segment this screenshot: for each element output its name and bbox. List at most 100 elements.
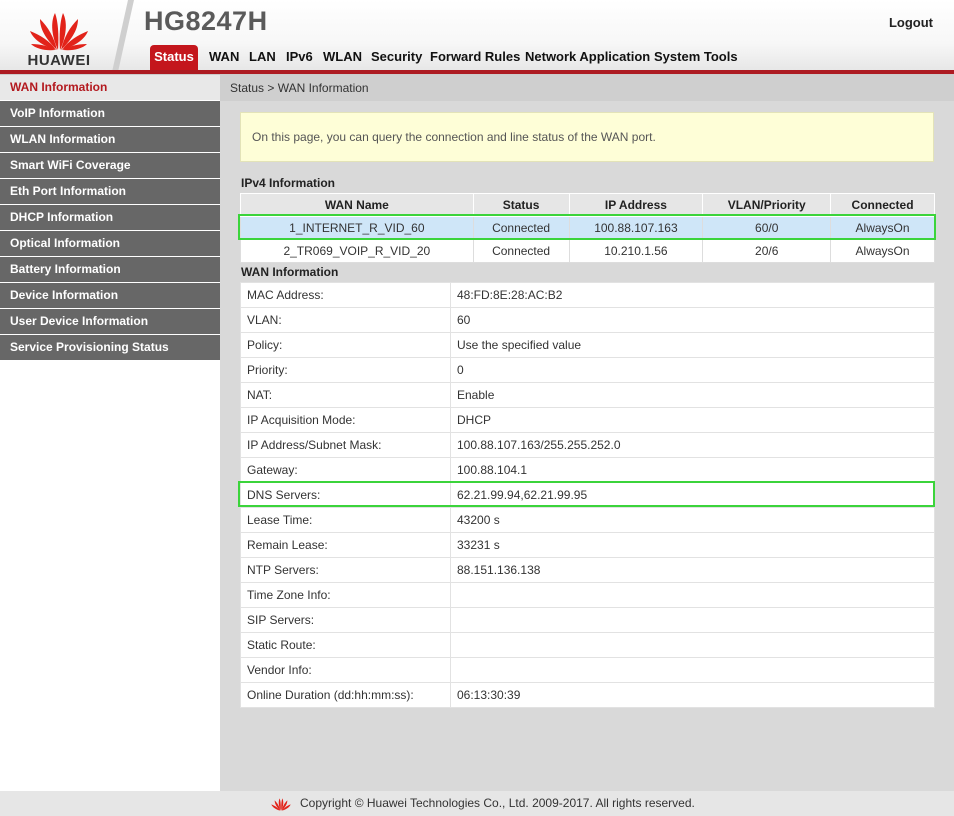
detail-row-mac-address: MAC Address: 48:FD:8E:28:AC:B2 [240,282,935,308]
detail-label: IP Address/Subnet Mask: [240,432,451,458]
cell-connected: AlwaysOn [830,216,935,240]
wan-details-table: MAC Address: 48:FD:8E:28:AC:B2 VLAN: 60 Po… [240,282,935,708]
ipv4-table: WAN Name Status IP Address VLAN/Priority… [240,193,935,263]
detail-label: NTP Servers: [240,557,451,583]
detail-label: Gateway: [240,457,451,483]
detail-row-dns-servers: DNS Servers: 62.21.99.94,62.21.99.95 [240,482,935,508]
tab-system-tools[interactable]: System Tools [654,45,738,71]
table-header-row: WAN Name Status IP Address VLAN/Priority… [240,193,935,217]
detail-value: 88.151.136.138 [450,557,935,583]
detail-label: Policy: [240,332,451,358]
tab-status[interactable]: Status [150,45,198,71]
sidebar-item-smart-wifi-coverage[interactable]: Smart WiFi Coverage [0,153,220,178]
cell-connected: AlwaysOn [830,239,935,263]
cell-wan-name: 1_INTERNET_R_VID_60 [240,216,474,240]
detail-label: Online Duration (dd:hh:mm:ss): [240,682,451,708]
sidebar: WAN Information VoIP Information WLAN In… [0,75,220,791]
col-header-wan-name: WAN Name [240,193,474,217]
col-header-status: Status [472,193,570,217]
cell-status: Connected [472,216,570,240]
detail-label: DNS Servers: [240,482,451,508]
sidebar-item-wlan-information[interactable]: WLAN Information [0,127,220,152]
sidebar-item-voip-information[interactable]: VoIP Information [0,101,220,126]
detail-row-priority: Priority: 0 [240,357,935,383]
sidebar-item-service-provisioning-status[interactable]: Service Provisioning Status [0,335,220,360]
tab-security[interactable]: Security [371,45,422,71]
tab-ipv6[interactable]: IPv6 [286,45,313,71]
col-header-vlan-priority: VLAN/Priority [702,193,832,217]
detail-row-ip-subnet: IP Address/Subnet Mask: 100.88.107.163/25… [240,432,935,458]
detail-label: Lease Time: [240,507,451,533]
brand-name: HUAWEI [27,52,91,69]
detail-value: 60 [450,307,935,333]
breadcrumb-bar: Status > WAN Information [220,75,954,101]
logout-link[interactable]: Logout [889,15,933,30]
detail-value: 33231 s [450,532,935,558]
sidebar-item-battery-information[interactable]: Battery Information [0,257,220,282]
col-header-ip-address: IP Address [568,193,704,217]
detail-label: Static Route: [240,632,451,658]
sidebar-item-device-information[interactable]: Device Information [0,283,220,308]
detail-row-gateway: Gateway: 100.88.104.1 [240,457,935,483]
detail-label: Time Zone Info: [240,582,451,608]
detail-value [450,607,935,633]
detail-row-ntp-servers: NTP Servers: 88.151.136.138 [240,557,935,583]
cell-vlan-priority: 60/0 [702,216,832,240]
detail-row-online-duration: Online Duration (dd:hh:mm:ss): 06:13:30:3… [240,682,935,708]
detail-value: 48:FD:8E:28:AC:B2 [450,282,935,308]
sidebar-item-wan-information[interactable]: WAN Information [0,75,220,100]
header-divider [112,0,134,72]
detail-value: 06:13:30:39 [450,682,935,708]
detail-label: SIP Servers: [240,607,451,633]
breadcrumb: Status > WAN Information [230,81,369,95]
product-title: HG8247H [144,6,268,36]
sidebar-item-eth-port-information[interactable]: Eth Port Information [0,179,220,204]
cell-status: Connected [472,239,570,263]
sidebar-item-dhcp-information[interactable]: DHCP Information [0,205,220,230]
detail-value: Use the specified value [450,332,935,358]
tab-wan[interactable]: WAN [209,45,239,71]
info-text: On this page, you can query the connecti… [252,130,656,144]
detail-row-static-route: Static Route: [240,632,935,658]
table-row[interactable]: 1_INTERNET_R_VID_60 Connected 100.88.107… [240,216,935,240]
detail-label: Vendor Info: [240,657,451,683]
detail-value: 62.21.99.94,62.21.99.95 [450,482,935,508]
cell-vlan-priority: 20/6 [702,239,832,263]
tab-forward-rules[interactable]: Forward Rules [430,45,520,71]
detail-row-policy: Policy: Use the specified value [240,332,935,358]
detail-label: MAC Address: [240,282,451,308]
detail-value: 43200 s [450,507,935,533]
detail-label: Remain Lease: [240,532,451,558]
detail-label: NAT: [240,382,451,408]
sidebar-item-user-device-information[interactable]: User Device Information [0,309,220,334]
huawei-footer-icon [271,798,291,811]
table-row[interactable]: 2_TR069_VOIP_R_VID_20 Connected 10.210.1… [240,239,935,263]
detail-row-remain-lease: Remain Lease: 33231 s [240,532,935,558]
tab-wlan[interactable]: WLAN [323,45,362,71]
col-header-connected: Connected [830,193,935,217]
detail-label: VLAN: [240,307,451,333]
detail-value [450,632,935,658]
detail-row-nat: NAT: Enable [240,382,935,408]
sidebar-item-optical-information[interactable]: Optical Information [0,231,220,256]
detail-value: 100.88.104.1 [450,457,935,483]
detail-row-lease-time: Lease Time: 43200 s [240,507,935,533]
footer: Copyright © Huawei Technologies Co., Ltd… [0,791,954,816]
detail-row-time-zone-info: Time Zone Info: [240,582,935,608]
wan-section-title: WAN Information [241,265,339,279]
cell-wan-name: 2_TR069_VOIP_R_VID_20 [240,239,474,263]
copyright-text: Copyright © Huawei Technologies Co., Ltd… [300,796,695,810]
detail-row-sip-servers: SIP Servers: [240,607,935,633]
cell-ip-address: 10.210.1.56 [568,239,704,263]
huawei-logo: HUAWEI [20,3,98,69]
tab-lan[interactable]: LAN [249,45,276,71]
huawei-petal-icon [30,13,88,51]
ipv4-section-title: IPv4 Information [241,176,336,190]
detail-value [450,582,935,608]
detail-label: Priority: [240,357,451,383]
detail-value: 0 [450,357,935,383]
tab-network-application[interactable]: Network Application [525,45,650,71]
info-box: On this page, you can query the connecti… [240,112,934,162]
detail-label: IP Acquisition Mode: [240,407,451,433]
detail-row-vlan: VLAN: 60 [240,307,935,333]
